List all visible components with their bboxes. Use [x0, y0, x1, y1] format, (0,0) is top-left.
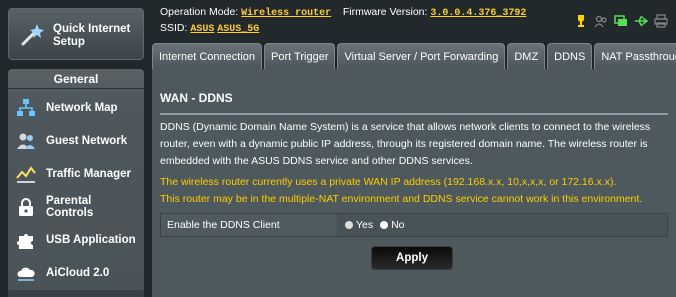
warning-line-1: The wireless router currently uses a pri… [160, 176, 617, 188]
cloud-icon [17, 267, 35, 281]
sidebar-item-label: Traffic Manager [46, 167, 131, 180]
menu-footer [8, 290, 144, 297]
guest-network-icon [17, 133, 35, 149]
sidebar-item-label: AiCloud 2.0 [46, 266, 110, 279]
printer-icon[interactable] [654, 14, 668, 28]
lock-icon [19, 197, 33, 216]
radio-yes-dot [345, 221, 353, 229]
quick-internet-setup-button[interactable]: Quick Internet Setup [8, 8, 144, 60]
sidebar-item-traffic-manager[interactable]: Traffic Manager [8, 157, 144, 190]
sidebar-item-usb-application[interactable]: USB Application [8, 223, 144, 256]
operation-mode-line: Operation Mode: Wireless router Firmware… [160, 6, 526, 19]
tab-dmz[interactable]: DMZ [507, 43, 546, 69]
apply-button[interactable]: Apply [371, 246, 453, 270]
sidebar-item-aicloud[interactable]: AiCloud 2.0 [8, 256, 144, 289]
tab-port-trigger[interactable]: Port Trigger [264, 43, 336, 69]
general-menu: General Network Map Guest Network Traffi… [8, 69, 144, 297]
traffic-manager-icon [16, 165, 36, 183]
radio-yes[interactable]: Yes [345, 219, 373, 231]
tab-bar: Internet Connection Port Trigger Virtual… [152, 43, 676, 69]
tab-internet-connection[interactable]: Internet Connection [152, 43, 263, 69]
network-map-icon [17, 98, 35, 116]
warning-line-2: This router may be in the multiple-NAT e… [160, 193, 643, 205]
ddns-panel: WAN - DDNS DDNS (Dynamic Domain Name Sys… [152, 69, 676, 297]
ddns-description: DDNS (Dynamic Domain Name System) is a s… [160, 121, 651, 167]
ssid-line: SSID: ASUS ASUS_5G [160, 22, 259, 35]
enable-ddns-options: Yes No [337, 214, 667, 236]
sidebar-item-label: Parental Controls [46, 194, 94, 219]
ssid-5g-link[interactable]: ASUS_5G [217, 24, 259, 35]
internet-status-icon[interactable] [614, 14, 628, 28]
sidebar-item-network-map[interactable]: Network Map [8, 91, 144, 124]
sidebar-item-guest-network[interactable]: Guest Network [8, 124, 144, 157]
firmware-version-link[interactable]: 3.0.0.4.376_3792 [430, 8, 526, 19]
usb-icon[interactable] [634, 14, 648, 28]
status-icons [574, 14, 668, 28]
operation-mode-link[interactable]: Wireless router [241, 8, 331, 19]
quick-internet-setup-label: Quick Internet Setup [53, 23, 131, 48]
enable-ddns-label: Enable the DDNS Client [161, 214, 337, 236]
sidebar-item-label: USB Application [46, 233, 136, 246]
radio-no[interactable]: No [380, 219, 405, 231]
ddns-settings-table: Enable the DDNS Client Yes No [160, 213, 668, 237]
page-title: WAN - DDNS [160, 91, 233, 105]
firmware-label: Firmware Version: [342, 6, 428, 18]
sidebar-item-parental-controls[interactable]: Parental Controls [8, 190, 144, 223]
ssid-2g-link[interactable]: ASUS [190, 24, 214, 35]
private-ip-warning: The wireless router currently uses a pri… [160, 174, 672, 208]
clients-icon[interactable] [594, 14, 608, 28]
tab-virtual-server[interactable]: Virtual Server / Port Forwarding [337, 43, 506, 69]
operation-mode-label: Operation Mode: [160, 6, 239, 18]
radio-yes-label: Yes [356, 219, 374, 231]
sidebar: Quick Internet Setup General Network Map… [0, 0, 152, 297]
tab-nat-passthrough[interactable]: NAT Passthrough [594, 43, 676, 69]
title-divider [160, 113, 668, 115]
status-bar: Operation Mode: Wireless router Firmware… [152, 0, 676, 43]
ssid-label: SSID: [160, 22, 188, 34]
tab-ddns[interactable]: DDNS [547, 43, 593, 69]
puzzle-icon [17, 233, 33, 249]
sidebar-item-label: Guest Network [46, 134, 128, 147]
trophy-icon[interactable] [574, 14, 588, 28]
sidebar-item-label: Network Map [46, 101, 118, 114]
magic-wand-icon [21, 24, 44, 46]
general-menu-title: General [8, 69, 144, 89]
radio-no-dot [380, 221, 389, 229]
radio-no-label: No [391, 219, 405, 231]
